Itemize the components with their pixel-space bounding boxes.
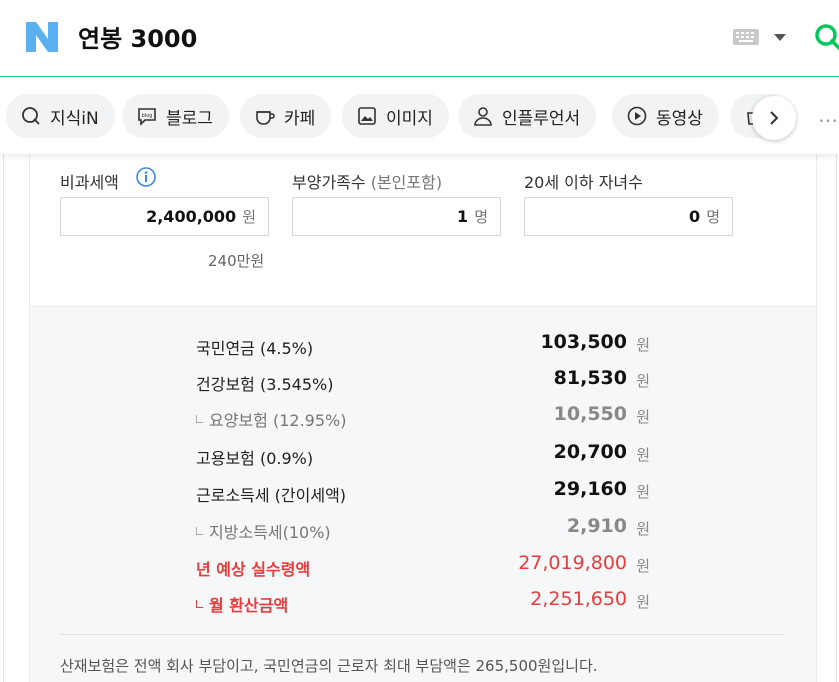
caret-down-icon[interactable] — [774, 34, 786, 41]
play-icon — [627, 106, 647, 126]
results-footnote: 산재보험은 전액 회사 부담이고, 국민연금의 근로자 최대 부담액은 265,… — [60, 657, 598, 675]
tab-kin[interactable]: 지식iN — [6, 94, 115, 138]
result-sublabel-text: 지방소득세(10%) — [209, 523, 331, 542]
page-right-border — [836, 154, 837, 682]
result-unit: 원 — [636, 446, 650, 464]
tab-influencer-label: 인플루언서 — [502, 108, 581, 129]
result-label: 고용보험 (0.9%) — [196, 449, 314, 468]
image-icon — [358, 107, 376, 125]
dependents-label: 부양가족수 (본인포함) — [292, 169, 442, 193]
result-unit: 원 — [636, 520, 650, 538]
result-row-local-tax: 지방소득세(10%) 2,910 원 — [196, 515, 656, 543]
result-amount: 10,550 — [553, 403, 627, 425]
dependents-unit: 명 — [474, 208, 488, 226]
blog-icon: blog — [138, 108, 156, 126]
result-amount: 27,019,800 — [518, 552, 627, 574]
tabs-next-button[interactable] — [752, 96, 796, 140]
result-sublabel-text: 월 환산금액 — [209, 596, 289, 615]
sub-item-marker — [196, 600, 203, 608]
result-unit: 원 — [636, 408, 650, 426]
search-header: 연봉 3000 — [0, 0, 839, 77]
info-icon[interactable] — [135, 166, 157, 188]
search-query-input[interactable]: 연봉 3000 — [78, 22, 197, 56]
sub-item-marker — [196, 527, 203, 535]
result-amount: 29,160 — [553, 478, 627, 500]
children-label: 20세 이하 자녀수 — [524, 173, 643, 192]
keyboard-icon[interactable] — [733, 29, 759, 45]
result-sublabel: 월 환산금액 — [196, 592, 288, 616]
result-amount: 103,500 — [540, 331, 627, 353]
result-row-pension: 국민연금 (4.5%) 103,500 원 — [196, 331, 656, 358]
coffee-cup-icon — [256, 111, 275, 125]
tab-video[interactable]: 동영상 — [612, 94, 719, 138]
search-tab-bar: 지식iN blog 블로그 카페 이미지 인플루언서 동영상 ⋯ — [0, 78, 839, 154]
svg-text:blog: blog — [142, 113, 153, 119]
children-input[interactable]: 0 명 — [524, 197, 733, 236]
children-value: 0 — [689, 207, 701, 226]
result-unit: 원 — [636, 372, 650, 390]
tab-influencer[interactable]: 인플루언서 — [458, 94, 597, 138]
naver-logo[interactable] — [26, 22, 58, 52]
nontax-value: 2,400,000 — [146, 207, 237, 226]
result-row-income-tax: 근로소득세 (간이세액) 29,160 원 — [196, 478, 656, 505]
tab-image-label: 이미지 — [386, 108, 433, 129]
result-label: 국민연금 (4.5%) — [196, 339, 314, 358]
tab-kin-label: 지식iN — [50, 108, 99, 129]
result-row-monthly-net: 월 환산금액 2,251,650 원 — [196, 588, 656, 616]
dependents-label-sub: (본인포함) — [370, 173, 443, 192]
sub-item-marker — [196, 415, 203, 423]
more-icon[interactable]: ⋯ — [818, 108, 839, 132]
result-unit: 원 — [636, 557, 650, 575]
result-amount: 2,910 — [566, 515, 627, 537]
children-unit: 명 — [706, 208, 720, 226]
result-sublabel: 지방소득세(10%) — [196, 519, 331, 543]
person-icon — [474, 107, 492, 126]
result-amount: 81,530 — [553, 367, 627, 389]
result-unit: 원 — [636, 483, 650, 501]
tab-blog-label: 블로그 — [166, 108, 213, 129]
result-unit: 원 — [636, 336, 650, 354]
result-row-health: 건강보험 (3.545%) 81,530 원 — [196, 367, 656, 394]
result-sublabel: 요양보험 (12.95%) — [196, 407, 346, 431]
dependents-input[interactable]: 1 명 — [292, 197, 501, 236]
tab-image[interactable]: 이미지 — [342, 94, 449, 138]
result-amount: 20,700 — [553, 441, 627, 463]
tab-cafe-label: 카페 — [284, 108, 316, 129]
nontax-hint: 240만원 — [208, 252, 265, 270]
result-label: 년 예상 실수령액 — [196, 560, 311, 579]
result-row-longterm-care: 요양보험 (12.95%) 10,550 원 — [196, 403, 656, 431]
tab-blog[interactable]: blog 블로그 — [122, 94, 229, 138]
result-label: 건강보험 (3.545%) — [196, 375, 334, 394]
nontax-label: 비과세액 — [60, 173, 119, 192]
nontax-input[interactable]: 2,400,000 원 — [60, 197, 269, 236]
dependents-value: 1 — [457, 207, 469, 226]
result-unit: 원 — [636, 593, 650, 611]
results-divider — [60, 634, 784, 635]
nontax-unit: 원 — [242, 208, 256, 226]
result-label: 근로소득세 (간이세액) — [196, 486, 347, 505]
result-row-annual-net: 년 예상 실수령액 27,019,800 원 — [196, 552, 656, 579]
tab-video-label: 동영상 — [656, 108, 703, 129]
question-search-icon — [22, 107, 40, 125]
dependents-label-main: 부양가족수 — [292, 173, 366, 192]
result-row-employment: 고용보험 (0.9%) 20,700 원 — [196, 441, 656, 468]
tab-cafe[interactable]: 카페 — [240, 94, 332, 138]
page-left-border — [3, 154, 4, 682]
result-amount: 2,251,650 — [530, 588, 627, 610]
chevron-right-icon — [770, 111, 779, 125]
search-icon[interactable] — [813, 22, 839, 52]
result-sublabel-text: 요양보험 (12.95%) — [209, 411, 347, 430]
